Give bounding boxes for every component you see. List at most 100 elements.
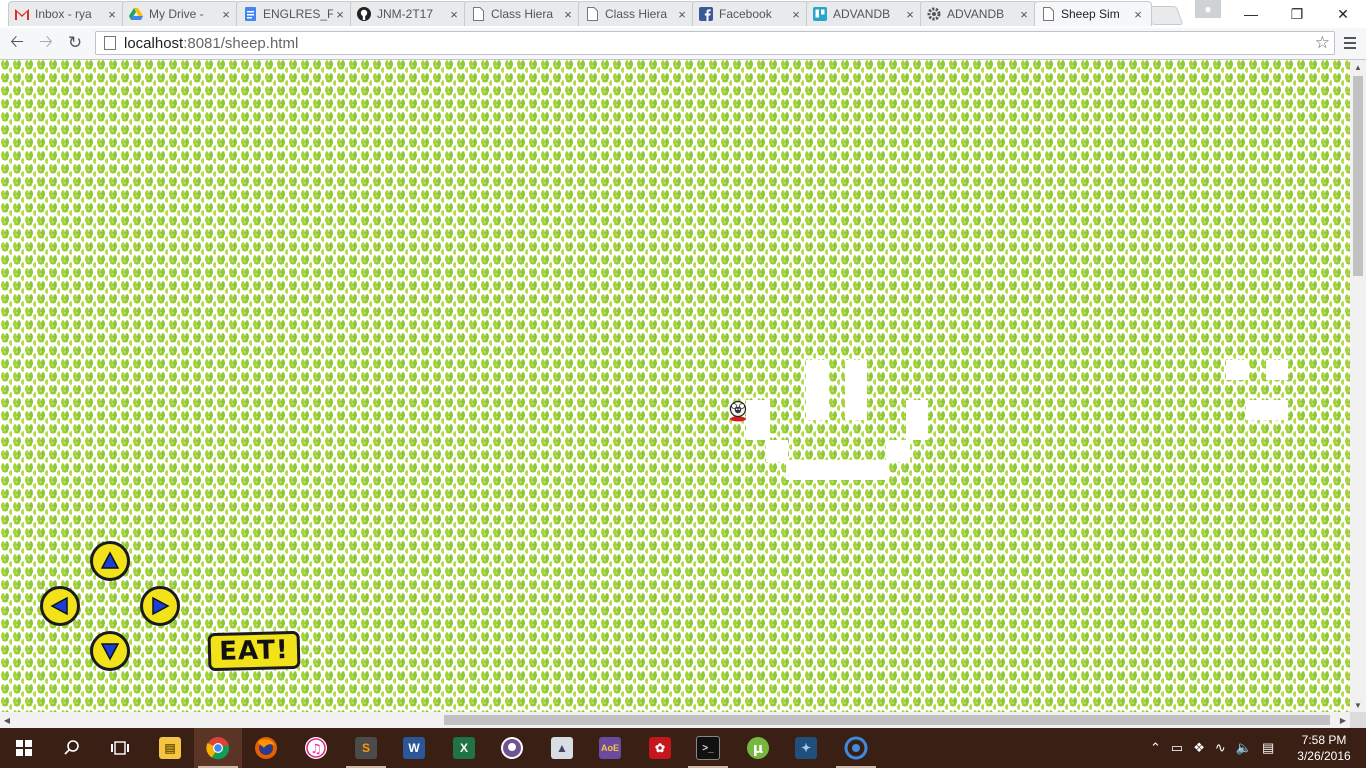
scroll-right-icon[interactable]: ▶	[1336, 712, 1350, 728]
scrollbar-corner	[1350, 712, 1366, 728]
address-bar[interactable]: localhost:8081/sheep.html ☆	[95, 31, 1335, 55]
scroll-up-icon[interactable]: ▲	[1350, 60, 1366, 74]
sheep-sprite	[729, 400, 747, 422]
back-icon[interactable]: 🡠	[6, 32, 28, 54]
trello-icon	[813, 7, 827, 21]
show-hidden-icons-icon[interactable]: ⌃	[1150, 740, 1161, 756]
command-prompt-icon[interactable]: >_	[684, 728, 732, 768]
right-arrow-icon	[152, 596, 170, 616]
game-canvas[interactable]: EAT!	[0, 60, 1350, 712]
bookmark-star-icon[interactable]: ☆	[1315, 33, 1330, 53]
close-icon[interactable]: ×	[105, 7, 119, 22]
taskbar-clock[interactable]: 7:58 PM 3/26/2016	[1296, 732, 1352, 764]
sublime-text-icon[interactable]: S	[342, 728, 390, 768]
tab-drive[interactable]: My Drive - ×	[122, 1, 240, 26]
eaten-grass-patch	[766, 440, 788, 462]
dropbox-icon[interactable]: ❖	[1193, 740, 1205, 756]
word-icon[interactable]: W	[390, 728, 438, 768]
horizontal-scrollbar[interactable]: ◀ ▶	[0, 712, 1350, 728]
firefox-icon[interactable]	[242, 728, 290, 768]
eaten-grass-patch	[1266, 360, 1288, 380]
url-path: :8081/sheep.html	[183, 34, 299, 52]
gmail-icon	[15, 7, 29, 21]
photos-icon[interactable]: ▲	[538, 728, 586, 768]
tab-label: ADVANDB	[947, 7, 1005, 21]
tab-label: Inbox - rya	[35, 7, 92, 21]
tab-class-hierarchy-1[interactable]: Class Hiera ×	[464, 1, 582, 26]
notifications-icon[interactable]: ▤	[1262, 740, 1274, 756]
settings-gear-icon	[927, 7, 941, 21]
eaten-grass-patch	[906, 400, 928, 440]
excel-icon[interactable]: X	[440, 728, 488, 768]
itunes-icon[interactable]: ♫	[292, 728, 340, 768]
wifi-icon[interactable]: ∿	[1215, 740, 1226, 756]
close-icon[interactable]: ×	[789, 7, 803, 22]
volume-icon[interactable]: 🔈	[1236, 740, 1252, 756]
vertical-scroll-thumb[interactable]	[1353, 76, 1363, 276]
move-right-button[interactable]	[140, 586, 180, 626]
eaten-grass-patch	[746, 400, 770, 440]
tab-class-hierarchy-2[interactable]: Class Hiera ×	[578, 1, 696, 26]
scroll-left-icon[interactable]: ◀	[0, 712, 14, 728]
close-icon[interactable]: ×	[447, 7, 461, 22]
page-info-icon[interactable]	[104, 36, 116, 50]
scroll-down-icon[interactable]: ▼	[1350, 698, 1366, 712]
start-button[interactable]	[0, 728, 48, 768]
move-left-button[interactable]	[40, 586, 80, 626]
battery-icon[interactable]: ▭	[1171, 740, 1183, 756]
close-icon[interactable]: ×	[1131, 7, 1145, 22]
move-down-button[interactable]	[90, 631, 130, 671]
tab-facebook[interactable]: Facebook ×	[692, 1, 810, 26]
svg-text:µ: µ	[753, 741, 763, 757]
task-view-icon[interactable]	[96, 728, 144, 768]
window-close-icon[interactable]: ✕	[1320, 0, 1366, 28]
github-icon	[357, 7, 371, 21]
eat-button[interactable]: EAT!	[207, 630, 301, 672]
tab-gmail[interactable]: Inbox - rya ×	[8, 1, 126, 26]
minimize-icon[interactable]: —	[1228, 0, 1274, 28]
age-of-empires-icon[interactable]: AoE	[586, 728, 634, 768]
close-icon[interactable]: ×	[903, 7, 917, 22]
eaten-grass-patch	[1226, 360, 1248, 380]
move-up-button[interactable]	[90, 541, 130, 581]
eaten-grass-patch	[845, 360, 867, 420]
url-host: localhost	[124, 34, 184, 52]
chrome-icon[interactable]	[194, 728, 242, 768]
page-icon	[585, 7, 599, 21]
tab-github[interactable]: JNM-2T17 ×	[350, 1, 468, 26]
windows-logo-icon	[16, 740, 32, 756]
acrobat-icon[interactable]: ✿	[636, 728, 684, 768]
tab-trello[interactable]: ADVANDB ×	[806, 1, 924, 26]
utorrent-icon[interactable]: µ	[734, 728, 782, 768]
mysql-workbench-icon[interactable]: ✦	[782, 728, 830, 768]
close-icon[interactable]: ×	[561, 7, 575, 22]
browser-toolbar: 🡠 🡢 ↻ localhost:8081/sheep.html ☆	[0, 28, 1366, 60]
search-icon[interactable]	[48, 728, 96, 768]
tab-advandb[interactable]: ADVANDB ×	[920, 1, 1038, 26]
tab-label: JNM-2T17	[377, 7, 434, 21]
tab-label: Sheep Sim	[1061, 7, 1120, 21]
file-explorer-icon[interactable]: ▤	[146, 728, 194, 768]
github-desktop-icon[interactable]	[488, 728, 536, 768]
forward-icon[interactable]: 🡢	[35, 32, 57, 54]
tab-docs[interactable]: ENGLRES_F ×	[236, 1, 354, 26]
close-icon[interactable]: ×	[1017, 7, 1031, 22]
vertical-scrollbar[interactable]: ▲ ▼	[1350, 60, 1366, 712]
restore-icon[interactable]: ❐	[1274, 0, 1320, 28]
google-docs-icon	[243, 7, 257, 21]
google-drive-icon	[129, 7, 143, 21]
horizontal-scroll-thumb[interactable]	[444, 715, 1330, 725]
eaten-grass-patch	[786, 460, 888, 480]
tab-sheep-sim[interactable]: Sheep Sim ×	[1034, 1, 1152, 26]
windows-taskbar: ▤ ♫ S W X ▲ AoE ✿ >_ µ ✦ ⌃ ▭ ❖ ∿ 🔈 ▤ 7:5…	[0, 728, 1366, 768]
app-icon[interactable]	[832, 728, 880, 768]
eaten-grass-patch	[806, 360, 828, 420]
profile-icon[interactable]: ●	[1195, 0, 1221, 18]
reload-icon[interactable]: ↻	[64, 32, 86, 54]
chrome-menu-icon[interactable]	[1340, 33, 1360, 53]
close-icon[interactable]: ×	[675, 7, 689, 22]
svg-text:♫: ♫	[310, 742, 322, 757]
close-icon[interactable]: ×	[219, 7, 233, 22]
close-icon[interactable]: ×	[333, 7, 347, 22]
tab-label: Facebook	[719, 7, 772, 21]
